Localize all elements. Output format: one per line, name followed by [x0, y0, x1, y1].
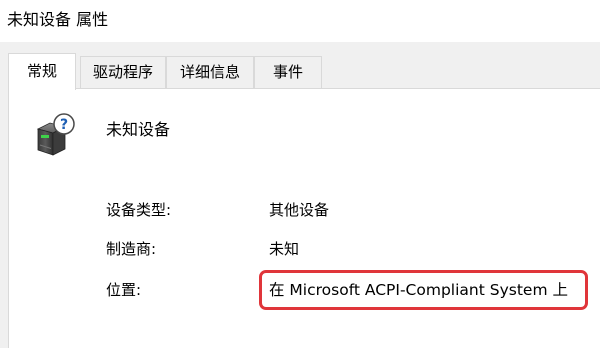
tab-driver-label: 驱动程序 — [92, 63, 153, 81]
manufacturer-value: 未知 — [269, 240, 300, 258]
tab-events-label: 事件 — [272, 63, 303, 81]
tab-details[interactable]: 详细信息 — [166, 56, 254, 88]
manufacturer-label: 制造商: — [106, 240, 157, 258]
svg-text:?: ? — [60, 117, 68, 133]
tab-general[interactable]: 常规 — [8, 53, 76, 90]
title-bar: 未知设备 属性 — [0, 0, 600, 42]
location-highlight-box — [259, 270, 588, 310]
device-type-value: 其他设备 — [269, 201, 330, 219]
tab-general-label: 常规 — [26, 62, 57, 80]
device-type-label: 设备类型: — [106, 201, 172, 219]
tab-events[interactable]: 事件 — [254, 56, 322, 88]
location-label: 位置: — [106, 281, 142, 299]
window-title: 未知设备 属性 — [7, 10, 109, 29]
unknown-device-icon: ? — [36, 113, 75, 156]
device-name: 未知设备 — [106, 120, 171, 139]
tab-driver[interactable]: 驱动程序 — [80, 56, 166, 88]
tab-details-label: 详细信息 — [179, 63, 240, 81]
